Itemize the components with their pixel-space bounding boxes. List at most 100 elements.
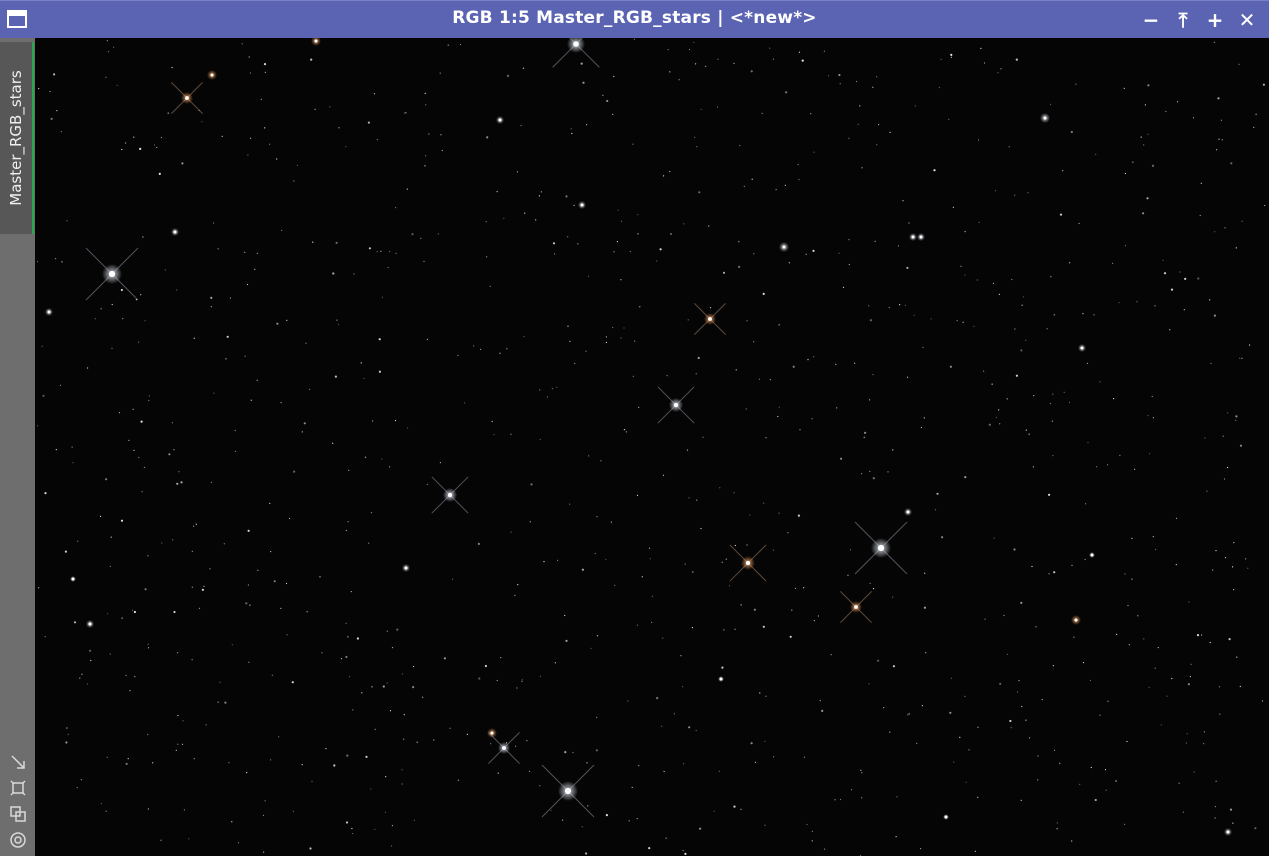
star [669, 71, 671, 73]
minimize-button[interactable]: − [1137, 7, 1165, 33]
bright-star [402, 564, 410, 572]
star [1112, 262, 1114, 264]
star [352, 709, 354, 711]
star [665, 837, 667, 839]
target-icon[interactable] [8, 830, 28, 850]
star [250, 137, 252, 139]
star [44, 636, 46, 638]
star [869, 319, 873, 322]
star [769, 379, 772, 381]
star [280, 607, 282, 610]
star [753, 341, 755, 343]
clone-icon[interactable] [8, 804, 28, 824]
star [486, 136, 489, 139]
star [628, 820, 630, 822]
star [923, 606, 927, 609]
star [632, 375, 634, 377]
expand-icon[interactable] [8, 752, 28, 772]
view-id-tab[interactable]: Master_RGB_stars [0, 42, 34, 234]
star [572, 751, 574, 754]
star [1115, 779, 1118, 783]
star [613, 75, 615, 78]
star [1200, 182, 1202, 184]
star [404, 112, 406, 114]
star [412, 686, 415, 689]
star [574, 362, 576, 364]
image-viewport[interactable] [35, 38, 1269, 856]
star [539, 675, 542, 678]
star [869, 470, 871, 472]
star [586, 762, 588, 764]
star [521, 680, 523, 682]
star [311, 780, 313, 782]
star [133, 449, 135, 451]
star [381, 296, 383, 298]
maximize-button[interactable]: + [1201, 7, 1229, 33]
star [892, 449, 894, 451]
star [848, 239, 850, 241]
bright-star [85, 247, 139, 301]
star [1015, 58, 1018, 61]
star [193, 758, 195, 760]
star [950, 53, 953, 56]
star [728, 585, 731, 587]
star [621, 220, 623, 222]
star [977, 726, 979, 728]
star [659, 248, 662, 251]
star [959, 736, 961, 739]
star [933, 169, 936, 172]
bright-star [578, 201, 586, 209]
star [59, 384, 62, 386]
star [1241, 357, 1243, 359]
close-button[interactable]: ✕ [1233, 7, 1261, 33]
star [137, 341, 140, 343]
star [1029, 737, 1031, 739]
star [1239, 444, 1243, 447]
star [391, 647, 394, 649]
star [861, 167, 863, 169]
star [717, 58, 719, 60]
star [1238, 63, 1240, 65]
star [1201, 634, 1203, 636]
star [1177, 101, 1179, 103]
star [441, 149, 443, 152]
star [861, 797, 863, 799]
star [209, 568, 211, 570]
star [805, 253, 807, 255]
star [634, 340, 636, 342]
star [66, 727, 68, 729]
star [212, 222, 215, 224]
star [424, 165, 426, 167]
star [688, 497, 690, 499]
star [692, 571, 694, 573]
star [350, 591, 352, 593]
star [89, 649, 92, 652]
star [923, 417, 925, 419]
star [694, 136, 696, 138]
star [76, 787, 78, 789]
star [565, 195, 568, 198]
shade-button[interactable]: ⤒ [1169, 7, 1197, 33]
star [1171, 677, 1173, 680]
star [374, 828, 376, 830]
star [823, 50, 826, 52]
star [428, 133, 430, 135]
star [1218, 138, 1220, 140]
star [539, 438, 541, 440]
star [785, 91, 788, 94]
fit-icon[interactable] [8, 778, 28, 798]
star [517, 584, 519, 586]
star [1084, 558, 1086, 561]
window-title-bar[interactable]: RGB 1:5 Master_RGB_stars | <*new*> − ⤒ +… [0, 0, 1269, 38]
star [264, 127, 266, 129]
star [473, 345, 475, 347]
star [1192, 117, 1195, 119]
star [751, 178, 753, 180]
star [426, 338, 428, 340]
star [696, 146, 698, 148]
star [577, 243, 579, 245]
star [1053, 749, 1056, 751]
star [1037, 779, 1039, 781]
star [524, 212, 526, 214]
star [105, 76, 107, 78]
